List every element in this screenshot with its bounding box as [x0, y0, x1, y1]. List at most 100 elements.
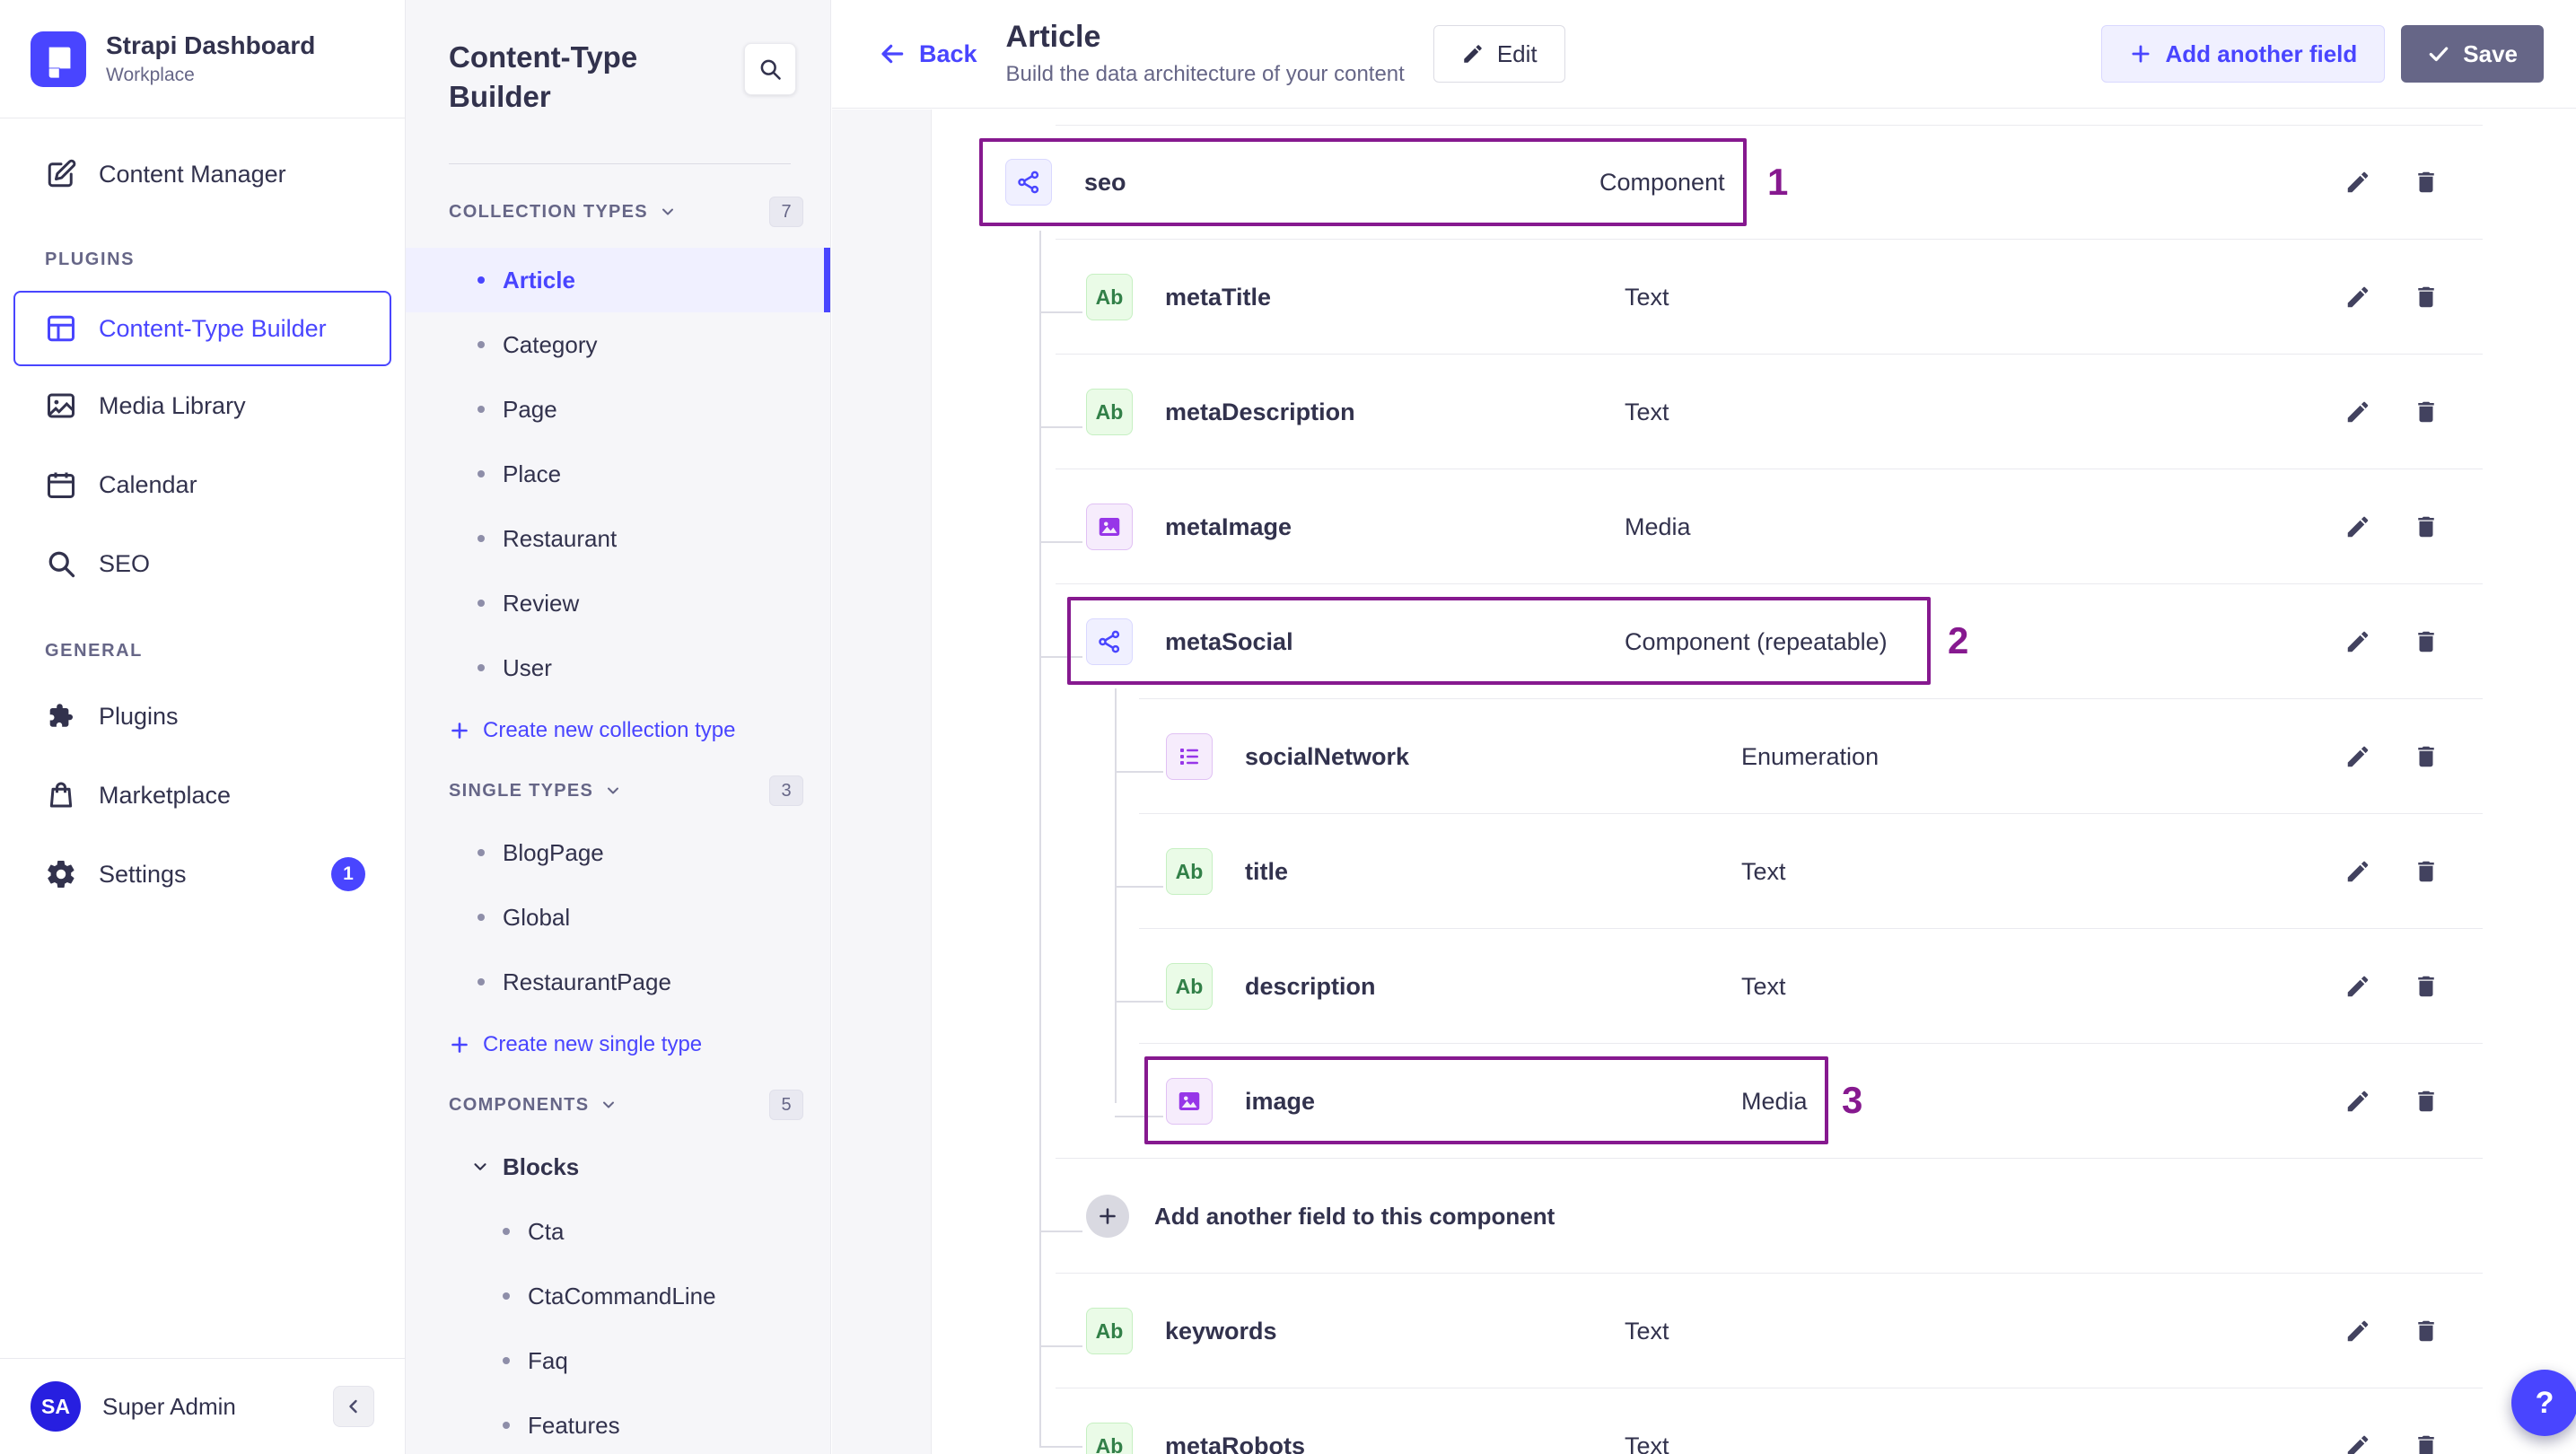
create-single-type-link[interactable]: Create new single type	[406, 1014, 830, 1075]
single-types-header[interactable]: SINGLE TYPES 3	[406, 761, 830, 820]
delete-field-button[interactable]	[2413, 742, 2441, 771]
bullet-icon	[503, 1357, 510, 1364]
components-header[interactable]: COMPONENTS 5	[406, 1075, 830, 1134]
group-label: SINGLE TYPES	[449, 780, 594, 801]
pencil-icon	[1461, 42, 1485, 66]
field-row-socialnetwork: socialNetwork Enumeration	[932, 699, 2576, 814]
delete-field-button[interactable]	[2413, 972, 2441, 1001]
trash-icon	[2413, 284, 2440, 311]
bullet-icon	[478, 600, 485, 607]
delete-field-button[interactable]	[2413, 283, 2441, 311]
component-ctacommandline[interactable]: CtaCommandLine	[406, 1264, 830, 1328]
field-row-seo: seo Component	[932, 125, 2576, 240]
sidebar-item-media-library[interactable]: Media Library	[0, 366, 405, 445]
delete-field-button[interactable]	[2413, 398, 2441, 426]
text-field-icon: Ab	[1166, 848, 1213, 895]
sidebar-item-calendar[interactable]: Calendar	[0, 445, 405, 524]
edit-button[interactable]: Edit	[1433, 25, 1565, 83]
sidebar-item-label: Settings	[99, 860, 187, 888]
trash-icon	[2413, 628, 2440, 655]
panel-body: COLLECTION TYPES 7 Article Category Page…	[406, 164, 830, 1454]
collection-type-place[interactable]: Place	[406, 442, 830, 506]
sidebar-item-settings[interactable]: Settings 1	[0, 835, 405, 914]
collection-type-category[interactable]: Category	[406, 312, 830, 377]
edit-field-button[interactable]	[2344, 1432, 2373, 1454]
create-collection-type-link[interactable]: Create new collection type	[406, 700, 830, 761]
edit-field-button[interactable]	[2344, 972, 2373, 1001]
edit-field-button[interactable]	[2344, 398, 2373, 426]
pencil-icon	[2344, 169, 2371, 196]
field-type: Media	[1741, 1087, 1808, 1115]
edit-field-button[interactable]	[2344, 857, 2373, 886]
text-field-icon: Ab	[1086, 389, 1133, 435]
delete-field-button[interactable]	[2413, 857, 2441, 886]
sidebar-item-content-manager[interactable]: Content Manager	[0, 135, 405, 214]
delete-field-button[interactable]	[2413, 627, 2441, 656]
annotation-number-3: 3	[1842, 1079, 1863, 1121]
delete-field-button[interactable]	[2413, 512, 2441, 541]
field-type: Text	[1625, 398, 1669, 425]
trash-icon	[2413, 399, 2440, 425]
component-category-blocks[interactable]: Blocks	[406, 1134, 830, 1199]
single-type-blogpage[interactable]: BlogPage	[406, 820, 830, 885]
sidebar-item-marketplace[interactable]: Marketplace	[0, 756, 405, 835]
edit-field-button[interactable]	[2344, 168, 2373, 197]
save-button[interactable]: Save	[2401, 25, 2544, 83]
edit-field-button[interactable]	[2344, 1317, 2373, 1345]
sidebar-item-label: Content Manager	[99, 160, 286, 188]
field-name: title	[1245, 857, 1289, 885]
sidebar-item-plugins[interactable]: Plugins	[0, 677, 405, 756]
edit-field-button[interactable]	[2344, 283, 2373, 311]
edit-field-button[interactable]	[2344, 627, 2373, 656]
component-features[interactable]: Features	[406, 1393, 830, 1454]
collection-type-restaurant[interactable]: Restaurant	[406, 506, 830, 571]
sidebar-item-content-type-builder[interactable]: Content-Type Builder	[13, 291, 391, 366]
sidebar-item-label: Media Library	[99, 391, 246, 419]
chevron-down-icon	[659, 203, 677, 221]
component-faq[interactable]: Faq	[406, 1328, 830, 1393]
sidebar-item-seo[interactable]: SEO	[0, 524, 405, 603]
bullet-icon	[478, 341, 485, 348]
collection-type-review[interactable]: Review	[406, 571, 830, 635]
component-cta[interactable]: Cta	[406, 1199, 830, 1264]
text-field-icon: Ab	[1166, 963, 1213, 1010]
edit-field-button[interactable]	[2344, 512, 2373, 541]
delete-field-button[interactable]	[2413, 1432, 2441, 1454]
edit-field-button[interactable]	[2344, 742, 2373, 771]
user-name: Super Admin	[102, 1392, 236, 1420]
pencil-icon	[2344, 399, 2371, 425]
add-another-field-button[interactable]: Add another field	[2101, 25, 2386, 83]
component-icon	[1086, 618, 1133, 665]
field-type: Text	[1741, 857, 1786, 885]
type-label: Features	[528, 1411, 620, 1439]
edit-field-button[interactable]	[2344, 1087, 2373, 1116]
back-button[interactable]: Back	[878, 39, 977, 68]
collection-types-header[interactable]: COLLECTION TYPES 7	[406, 176, 830, 248]
pencil-icon	[2344, 513, 2371, 540]
help-button[interactable]: ?	[2511, 1370, 2576, 1436]
collection-type-user[interactable]: User	[406, 635, 830, 700]
single-type-restaurantpage[interactable]: RestaurantPage	[406, 950, 830, 1014]
collapse-sidebar-button[interactable]	[333, 1386, 374, 1427]
plus-circle-icon	[1086, 1195, 1129, 1238]
field-type: Media	[1625, 512, 1691, 540]
user-avatar[interactable]: SA	[31, 1381, 81, 1432]
collection-type-article[interactable]: Article	[406, 248, 830, 312]
single-type-global[interactable]: Global	[406, 885, 830, 950]
add-field-to-component-row[interactable]: Add another field to this component	[932, 1159, 2576, 1274]
field-name: socialNetwork	[1245, 742, 1410, 770]
plus-icon	[449, 1034, 470, 1055]
panel-header: Content-Type Builder	[406, 0, 830, 164]
delete-field-button[interactable]	[2413, 1087, 2441, 1116]
media-field-icon	[1166, 1078, 1213, 1125]
components-count: 5	[769, 1090, 803, 1120]
delete-field-button[interactable]	[2413, 1317, 2441, 1345]
collection-type-page[interactable]: Page	[406, 377, 830, 442]
search-types-button[interactable]	[744, 43, 796, 95]
pen-square-icon	[45, 158, 77, 190]
delete-field-button[interactable]	[2413, 168, 2441, 197]
type-label: BlogPage	[503, 838, 604, 866]
sidebar-footer: SA Super Admin	[0, 1358, 405, 1454]
page-header: Back Article Build the data architecture…	[832, 0, 2576, 109]
chevron-down-icon	[604, 782, 622, 800]
